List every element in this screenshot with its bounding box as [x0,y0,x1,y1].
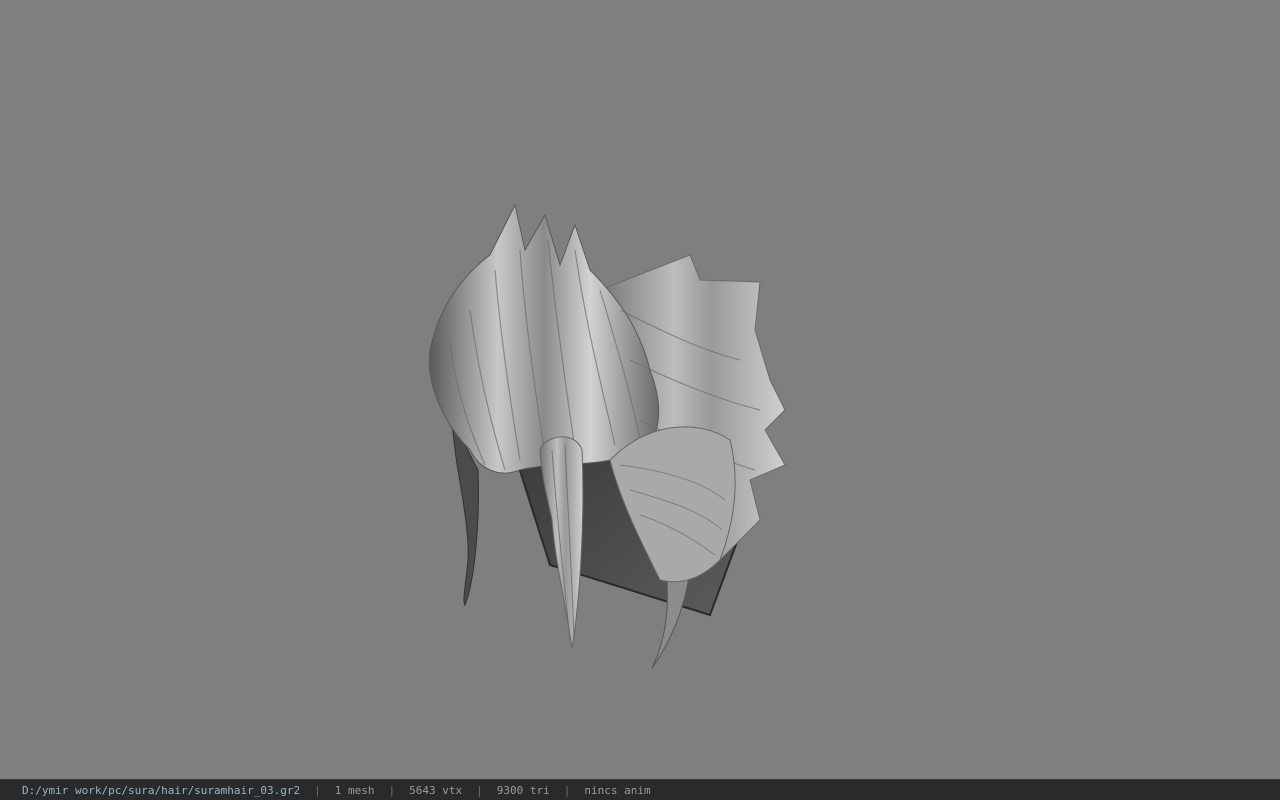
mesh-count: 1 mesh [334,783,375,797]
status-bar: D:/ymir work/pc/sura/hair/suramhair_03.g… [0,779,1280,800]
animation-status: nincs anim [584,783,651,797]
file-path: D:/ymir work/pc/sura/hair/suramhair_03.g… [22,783,301,797]
hair-mesh-model[interactable] [0,0,1280,779]
hair-front-mass [428,203,660,474]
separator: | [476,783,483,797]
separator: | [563,783,571,797]
vertex-count: 5643 vtx [409,783,463,797]
3d-viewport[interactable] [0,0,1280,779]
triangle-count: 9300 tri [496,783,550,797]
separator: | [314,783,321,797]
separator: | [388,783,396,797]
